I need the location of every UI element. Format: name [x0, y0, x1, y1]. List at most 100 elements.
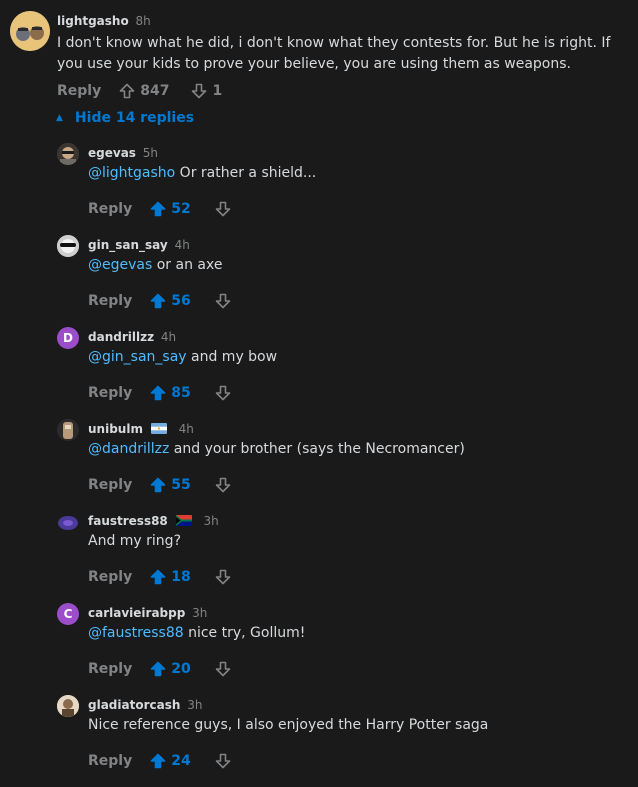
upvote-button[interactable]: 56 [150, 293, 191, 309]
downvote-button[interactable] [215, 569, 236, 585]
comment-body: I don't know what he did, i don't know w… [57, 35, 611, 72]
hide-replies-label: Hide 14 replies [74, 110, 195, 126]
user-avatar[interactable] [57, 235, 79, 257]
upvote-arrow-icon [119, 83, 135, 99]
reply-comment: gin_san_say 4h @egevas or an axe Reply 5… [0, 235, 638, 327]
comment-text: and my bow [186, 349, 278, 365]
user-avatar[interactable] [57, 143, 79, 165]
upvote-count: 52 [171, 201, 191, 217]
timestamp[interactable]: 5h [143, 146, 158, 160]
user-mention[interactable]: @egevas [88, 257, 152, 273]
comment-text: nice try, Gollum! [183, 625, 306, 641]
argentina-flag-icon [150, 423, 167, 434]
downvote-button[interactable] [215, 385, 236, 401]
upvote-arrow-icon [150, 201, 166, 217]
reply-button[interactable]: Reply [88, 661, 132, 677]
timestamp[interactable]: 3h [192, 606, 207, 620]
upvote-button[interactable]: 55 [150, 477, 191, 493]
reply-button[interactable]: Reply [88, 293, 132, 309]
comment-text: or an axe [152, 257, 223, 273]
comment-meta: gladiatorcash 3h [88, 698, 202, 712]
comment-actions: Reply 18 [88, 569, 236, 585]
user-avatar[interactable] [57, 511, 79, 533]
user-avatar[interactable] [10, 11, 50, 51]
comment-meta: unibulm 4h [88, 422, 194, 436]
downvote-button[interactable] [215, 661, 236, 677]
downvote-arrow-icon [215, 477, 231, 493]
reply-comment: D dandrillzz 4h @gin_san_say and my bow … [0, 327, 638, 419]
comment-body: Nice reference guys, I also enjoyed the … [88, 715, 488, 735]
upvote-button[interactable]: 85 [150, 385, 191, 401]
username[interactable]: carlavieirabpp [88, 606, 185, 620]
upvote-count: 85 [171, 385, 191, 401]
comment-text: Nice reference guys, I also enjoyed the … [88, 717, 489, 733]
upvote-count: 20 [171, 661, 191, 677]
username[interactable]: gladiatorcash [88, 698, 180, 712]
upvote-button[interactable]: 18 [150, 569, 191, 585]
downvote-button[interactable] [215, 201, 236, 217]
user-mention[interactable]: @faustress88 [88, 625, 184, 641]
downvote-button[interactable]: 1 [191, 83, 222, 99]
comment-meta: carlavieirabpp 3h [88, 606, 207, 620]
user-mention[interactable]: @dandrillzz [88, 441, 169, 457]
username[interactable]: faustress88 [88, 514, 168, 528]
upvote-arrow-icon [150, 753, 166, 769]
downvote-button[interactable] [215, 753, 236, 769]
user-avatar[interactable]: D [57, 327, 79, 349]
user-mention[interactable]: @gin_san_say [88, 349, 187, 365]
upvote-button[interactable]: 20 [150, 661, 191, 677]
reply-comment: C carlavieirabpp 3h @faustress88 nice tr… [0, 603, 638, 695]
caret-up-icon: ▲ [56, 113, 63, 123]
username[interactable]: lightgasho [57, 14, 129, 28]
username[interactable]: unibulm [88, 422, 143, 436]
downvote-button[interactable] [215, 477, 236, 493]
username[interactable]: gin_san_say [88, 238, 168, 252]
timestamp[interactable]: 4h [179, 422, 194, 436]
avatar-icon [57, 695, 79, 717]
upvote-count: 55 [171, 477, 191, 493]
downvote-arrow-icon [215, 569, 231, 585]
reply-button[interactable]: Reply [88, 201, 132, 217]
comment-actions: Reply 847 1 [57, 83, 222, 99]
comment-actions: Reply 20 [88, 661, 236, 677]
downvote-arrow-icon [192, 83, 207, 99]
downvote-count: 1 [212, 83, 223, 99]
reply-button[interactable]: Reply [88, 477, 132, 493]
reply-button[interactable]: Reply [88, 569, 132, 585]
username[interactable]: dandrillzz [88, 330, 154, 344]
comment-meta: faustress88 3h [88, 514, 219, 528]
timestamp[interactable]: 8h [136, 14, 151, 28]
upvote-arrow-icon [150, 569, 166, 585]
user-mention[interactable]: @lightgasho [88, 165, 175, 181]
comment-body: @dandrillzz and your brother (says the N… [88, 439, 465, 459]
user-avatar[interactable] [57, 695, 79, 717]
downvote-arrow-icon [215, 201, 231, 217]
upvote-button[interactable]: 52 [150, 201, 191, 217]
timestamp[interactable]: 4h [161, 330, 176, 344]
comment-meta: lightgasho 8h [57, 14, 151, 28]
username[interactable]: egevas [88, 146, 136, 160]
upvote-button[interactable]: 24 [150, 753, 191, 769]
comment-actions: Reply 85 [88, 385, 236, 401]
upvote-count: 18 [171, 569, 191, 585]
user-avatar[interactable]: C [57, 603, 79, 625]
timestamp[interactable]: 3h [203, 514, 218, 528]
upvote-arrow-icon [150, 293, 166, 309]
reply-button[interactable]: Reply [88, 753, 132, 769]
reply-button[interactable]: Reply [88, 385, 132, 401]
upvote-count: 24 [171, 753, 191, 769]
comment-actions: Reply 24 [88, 753, 236, 769]
timestamp[interactable]: 4h [175, 238, 190, 252]
upvote-arrow-icon [150, 385, 166, 401]
upvote-arrow-icon [150, 477, 166, 493]
downvote-button[interactable] [215, 293, 236, 309]
upvote-button[interactable]: 847 [119, 83, 169, 99]
comment-text: And my ring? [88, 533, 181, 549]
hide-replies-button[interactable]: ▲ Hide 14 replies [56, 110, 194, 126]
reply-button[interactable]: Reply [57, 83, 101, 99]
user-avatar[interactable] [57, 419, 79, 441]
reply-comment: gladiatorcash 3h Nice reference guys, I … [0, 695, 638, 787]
timestamp[interactable]: 3h [187, 698, 202, 712]
avatar-icon [57, 419, 79, 441]
comment-meta: dandrillzz 4h [88, 330, 176, 344]
